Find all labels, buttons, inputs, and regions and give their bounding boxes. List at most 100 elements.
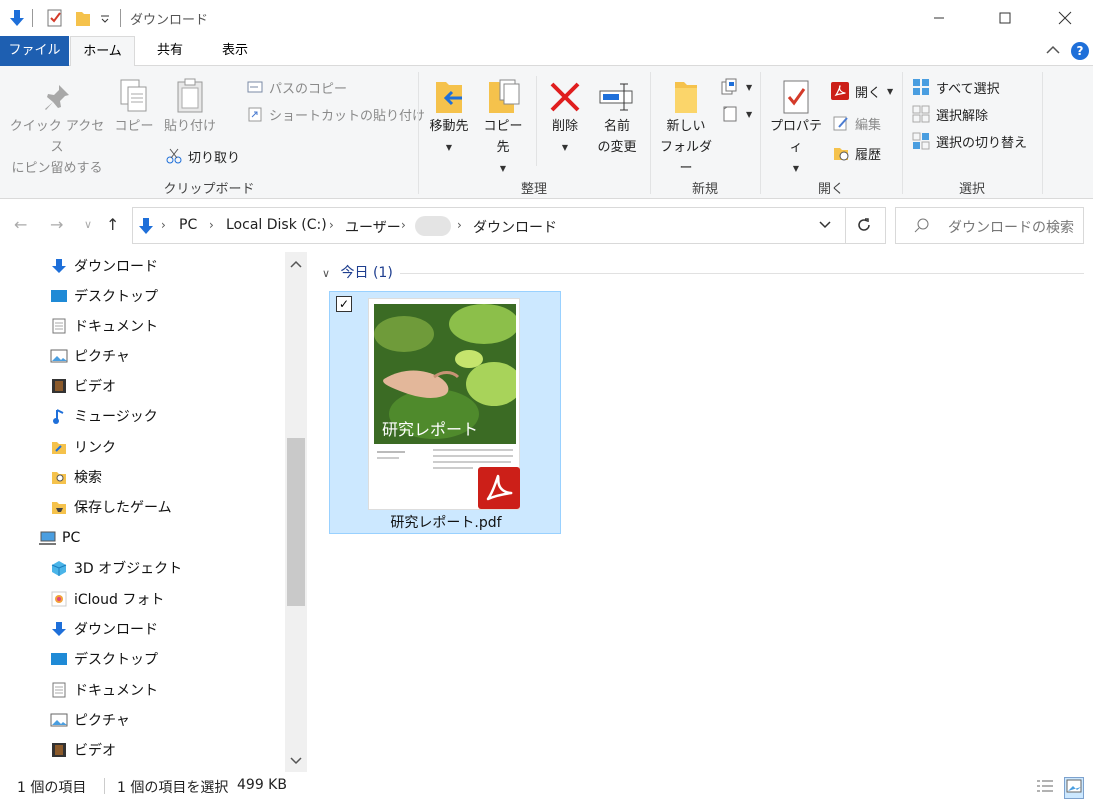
tab-home[interactable]: ホーム: [70, 36, 135, 67]
open-button[interactable]: 開く ▼: [831, 80, 893, 102]
rename-icon: [592, 78, 642, 116]
file-item[interactable]: ✓ 研究レポート 研究レポート.pdf: [329, 291, 561, 534]
maximize-button[interactable]: [982, 4, 1028, 32]
pin-quick-access-button[interactable]: クイック アクセス にピン留めする: [6, 82, 108, 179]
nav-item-links[interactable]: リンク: [50, 433, 116, 461]
address-bar[interactable]: › PC › Local Disk (C:) › ユーザー › › ダウンロード: [132, 207, 886, 244]
video-icon: [50, 741, 68, 759]
rename-label-2: の変更: [597, 140, 637, 155]
address-history-chevron-icon[interactable]: [819, 219, 831, 234]
copy-to-button[interactable]: コピー先 ▼: [478, 78, 528, 179]
history-button[interactable]: 履歴: [833, 142, 881, 164]
large-icons-view-icon[interactable]: [1064, 777, 1084, 799]
nav-scrollbar[interactable]: [285, 252, 307, 772]
close-button[interactable]: [1042, 4, 1088, 32]
nav-item-desktop[interactable]: デスクトップ: [50, 282, 158, 310]
new-folder-label-2: フォルダー: [659, 140, 712, 176]
nav-item-downloads-pc[interactable]: ダウンロード: [50, 615, 158, 643]
nav-item-label: リンク: [74, 440, 116, 456]
up-arrow-icon[interactable]: ↑: [106, 215, 119, 234]
new-folder-qa-icon[interactable]: [74, 8, 92, 28]
nav-item-pictures-pc[interactable]: ピクチャ: [50, 706, 130, 734]
scrollbar-thumb[interactable]: [287, 438, 305, 606]
cut-button[interactable]: 切り取り: [166, 145, 240, 167]
group-collapse-chevron-icon[interactable]: ∨: [322, 267, 330, 280]
nav-item-3d-objects[interactable]: 3D オブジェクト: [50, 554, 182, 582]
help-icon[interactable]: ?: [1071, 42, 1089, 60]
pin-label-2: にピン留めする: [11, 161, 103, 176]
picture-icon: [50, 347, 68, 365]
recent-locations-chevron-icon[interactable]: ∨: [84, 218, 92, 231]
file-checkbox[interactable]: ✓: [336, 296, 352, 312]
select-group-label: 選択: [958, 182, 985, 197]
search-box[interactable]: ダウンロードの検索: [895, 207, 1084, 244]
nav-item-videos[interactable]: ビデオ: [50, 372, 116, 400]
cut-label: 切り取り: [188, 150, 241, 166]
easy-access-button[interactable]: ▼: [720, 103, 752, 125]
edit-button[interactable]: 編集: [833, 112, 881, 134]
collapse-ribbon-chevron-icon[interactable]: [1046, 44, 1060, 59]
nav-item-videos-pc[interactable]: ビデオ: [50, 736, 116, 764]
back-arrow-icon[interactable]: ←: [14, 215, 27, 234]
nav-item-searches[interactable]: 検索: [50, 463, 102, 491]
desktop-icon: [50, 287, 68, 305]
copy-path-button[interactable]: パスのコピー: [247, 76, 347, 98]
scroll-down-chevron-icon[interactable]: [290, 755, 302, 770]
paste-shortcut-label: ショートカットの貼り付け: [269, 108, 426, 124]
navigation-pane: ダウンロード デスクトップ ドキュメント ピクチャ ビデオ ミュージック リンク…: [0, 252, 308, 772]
minimize-button[interactable]: [916, 4, 962, 32]
select-all-button[interactable]: すべて選択: [912, 76, 1000, 98]
breadcrumb-chevron-icon[interactable]: ›: [401, 218, 406, 232]
invert-selection-button[interactable]: 選択の切り替え: [912, 130, 1027, 152]
ribbon-tabs: ファイル ホーム 共有 表示 ?: [0, 36, 1093, 67]
breadcrumb-downloads[interactable]: ダウンロード: [473, 217, 557, 237]
delete-button[interactable]: 削除 ▼: [543, 78, 587, 158]
icloud-photos-icon: [50, 590, 68, 608]
breadcrumb-users[interactable]: ユーザー: [345, 217, 401, 237]
refresh-icon[interactable]: [856, 217, 872, 237]
breadcrumb-pc[interactable]: PC: [179, 217, 197, 233]
group-header-today[interactable]: ∨ 今日 (1): [322, 262, 393, 282]
nav-item-icloud-photos[interactable]: iCloud フォト: [50, 585, 164, 613]
nav-item-saved-games[interactable]: 保存したゲーム: [50, 493, 172, 521]
nav-item-label: デスクトップ: [74, 652, 158, 668]
properties-qa-icon[interactable]: [46, 8, 64, 28]
breadcrumb-chevron-icon[interactable]: ›: [161, 218, 166, 232]
nav-item-music[interactable]: ミュージック: [50, 402, 158, 430]
nav-item-downloads[interactable]: ダウンロード: [50, 252, 158, 280]
saved-games-icon: [50, 498, 68, 516]
nav-item-pc[interactable]: PC: [38, 524, 80, 552]
move-to-button[interactable]: 移動先 ▼: [424, 78, 474, 158]
nav-item-documents[interactable]: ドキュメント: [50, 312, 158, 340]
nav-item-pictures[interactable]: ピクチャ: [50, 342, 130, 370]
paste-button[interactable]: 貼り付け: [160, 78, 220, 137]
breadcrumb-chevron-icon[interactable]: ›: [209, 218, 214, 232]
link-folder-icon: [50, 438, 68, 456]
pc-icon: [38, 529, 56, 547]
thumbnail-photo: 研究レポート: [374, 304, 516, 444]
details-view-icon[interactable]: [1036, 778, 1054, 798]
tab-share[interactable]: 共有: [140, 36, 200, 66]
rename-button[interactable]: 名前 の変更: [592, 78, 642, 158]
new-item-button[interactable]: ▼: [720, 76, 752, 98]
properties-button[interactable]: プロパティ ▼: [764, 78, 828, 179]
copy-path-icon: [247, 81, 263, 93]
breadcrumb-chevron-icon[interactable]: ›: [329, 218, 334, 232]
tab-file[interactable]: ファイル: [0, 36, 69, 66]
nav-item-documents-pc[interactable]: ドキュメント: [50, 676, 158, 704]
copy-button[interactable]: コピー: [112, 78, 156, 137]
nav-item-label: 保存したゲーム: [74, 500, 172, 516]
new-folder-button[interactable]: 新しい フォルダー: [656, 78, 716, 179]
breadcrumb-local-disk[interactable]: Local Disk (C:): [226, 217, 327, 233]
tab-view[interactable]: 表示: [205, 36, 265, 66]
scroll-up-chevron-icon[interactable]: [290, 258, 302, 273]
forward-arrow-icon[interactable]: →: [50, 215, 63, 234]
select-none-button[interactable]: 選択解除: [912, 103, 988, 125]
paste-shortcut-button[interactable]: ショートカットの貼り付け: [247, 103, 425, 125]
blurred-username[interactable]: [415, 216, 451, 236]
nav-item-label: PC: [62, 530, 81, 546]
customize-qa-chevron-icon[interactable]: [100, 12, 110, 32]
new-group-label: 新規: [691, 182, 718, 197]
nav-item-desktop-pc[interactable]: デスクトップ: [50, 645, 158, 673]
breadcrumb-chevron-icon[interactable]: ›: [457, 218, 462, 232]
